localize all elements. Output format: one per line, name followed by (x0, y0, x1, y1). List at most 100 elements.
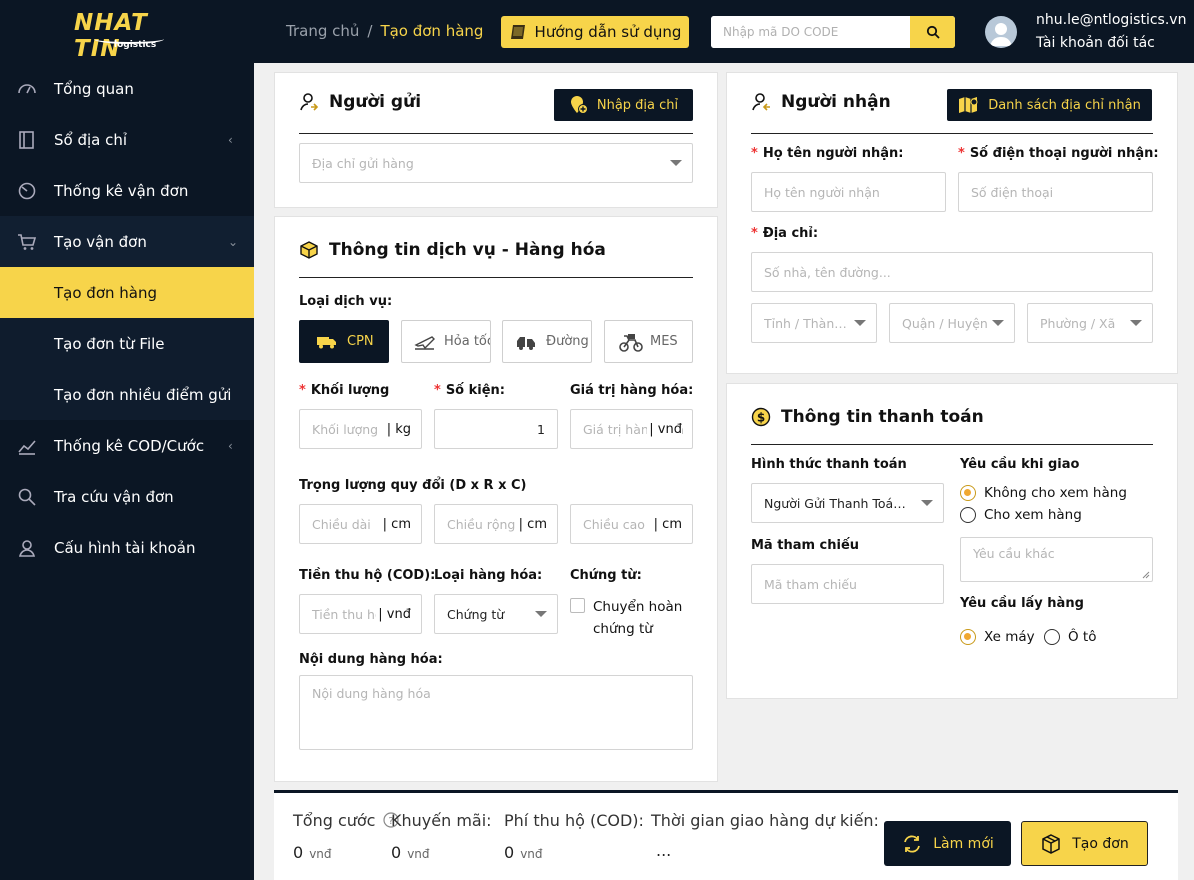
goods-value-label: Giá trị hàng hóa: (570, 383, 694, 398)
sender-address-select[interactable]: Địa chỉ gửi hàng (299, 143, 693, 183)
receiver-phone-input[interactable]: Số điện thoại (958, 172, 1153, 212)
receiver-address-input[interactable]: Số nhà, tên đường... (751, 252, 1153, 292)
receiver-phone-placeholder: Số điện thoại (971, 184, 1054, 200)
goods-type-select[interactable]: Chứng từ (434, 594, 558, 634)
radio-car[interactable]: Ô tô (1044, 629, 1096, 645)
sidebar-item-order-stats[interactable]: Thống kê vận đơn (0, 165, 254, 216)
resize-handle-icon[interactable] (1142, 571, 1150, 579)
sidebar-item-account-settings[interactable]: Cấu hình tài khoản (0, 522, 254, 573)
service-option-road[interactable]: Đường bộ (502, 320, 592, 363)
height-input[interactable]: Chiều cao | cm (570, 504, 693, 544)
cart-icon (18, 234, 37, 250)
user-guide-label: Hướng dẫn sử dụng (534, 23, 682, 41)
sidebar-item-label: Tạo vận đơn (54, 232, 147, 251)
service-option-express[interactable]: Hỏa tốc (401, 320, 491, 363)
receiver-divider (751, 133, 1153, 134)
address-list-button[interactable]: Danh sách địa chỉ nhận (947, 89, 1152, 121)
logo[interactable]: NHAT TIN logistics (70, 10, 180, 62)
user-role: Tài khoản đối tác (1036, 35, 1155, 51)
goods-type-label: Loại hàng hóa: (434, 568, 543, 583)
length-input[interactable]: Chiều dài | cm (299, 504, 422, 544)
avatar[interactable] (985, 16, 1017, 48)
breadcrumb-home[interactable]: Trang chủ (286, 22, 359, 40)
sidebar-item-cod-stats[interactable]: Thống kê COD/Cước ‹ (0, 420, 254, 471)
province-select[interactable]: Tỉnh / Thành phố (751, 303, 877, 343)
dropdown-arrow-icon (535, 611, 547, 617)
total-fee-label: Tổng cước ? (293, 811, 399, 830)
book-icon (510, 25, 525, 39)
sidebar-item-label: Thống kê COD/Cước (54, 436, 205, 455)
radio-dot[interactable] (960, 485, 976, 501)
ward-select[interactable]: Phường / Xã (1027, 303, 1153, 343)
weight-label: * Khối lượng (299, 383, 390, 398)
receiver-name-input[interactable]: Họ tên người nhận (751, 172, 946, 212)
total-fee-label-text: Tổng cước (293, 811, 376, 830)
reset-label: Làm mới (933, 835, 994, 852)
service-type-label: Loại dịch vụ: (299, 294, 393, 309)
packages-input[interactable]: 1 (434, 409, 558, 449)
dropdown-arrow-icon (992, 320, 1004, 326)
stats-icon (18, 182, 36, 200)
user-guide-button[interactable]: Hướng dẫn sử dụng (501, 16, 689, 48)
width-placeholder: Chiều rộng (447, 516, 516, 532)
goods-value-input[interactable]: Giá trị hàng hóa | vnđ (570, 409, 693, 449)
payment-method-label: Hình thức thanh toán (751, 457, 907, 472)
search-button[interactable] (910, 16, 955, 48)
content-label: Nội dung hàng hóa: (299, 652, 443, 667)
chevron-left-icon: ‹ (228, 438, 233, 453)
sidebar-subitem-multi-pickup[interactable]: Tạo đơn nhiều điểm gửi (0, 369, 254, 420)
width-input[interactable]: Chiều rộng | cm (434, 504, 558, 544)
cod-input[interactable]: Tiền thu hộ | vnđ (299, 594, 422, 634)
radio-dot[interactable] (960, 629, 976, 645)
sidebar-item-address-book[interactable]: Sổ địa chỉ ‹ (0, 114, 254, 165)
sidebar-subitem-create-from-file[interactable]: Tạo đơn từ File (0, 318, 254, 369)
sidebar-subitem-create-order[interactable]: Tạo đơn hàng (0, 267, 254, 318)
eta-label: Thời gian giao hàng dự kiến: (651, 811, 879, 830)
dropdown-arrow-icon (670, 160, 682, 166)
promo-value: 0 vnđ (391, 843, 430, 862)
content-textarea[interactable]: Nội dung hàng hóa (299, 675, 693, 750)
user-email[interactable]: nhu.le@ntlogistics.vn (1036, 12, 1186, 28)
sidebar-item-label: Tạo đơn từ File (54, 334, 165, 353)
length-placeholder: Chiều dài (312, 516, 371, 532)
truck-icon (317, 336, 336, 348)
receiver-name-label: * Họ tên người nhận: (751, 146, 904, 161)
enter-address-button[interactable]: Nhập địa chỉ (554, 89, 693, 121)
pickup-request-label: Yêu cầu lấy hàng (960, 596, 1084, 611)
payment-method-select[interactable]: Người Gửi Thanh Toán Ngay (751, 483, 944, 523)
airplane-icon (414, 335, 435, 350)
goods-type-value: Chứng từ (447, 606, 505, 622)
promo-label: Khuyến mãi: (391, 811, 492, 830)
sidebar-item-tracking[interactable]: Tra cứu vận đơn (0, 471, 254, 522)
ref-code-input[interactable]: Mã tham chiếu (751, 564, 944, 604)
cod-fee-label: Phí thu hộ (COD): (504, 811, 644, 830)
packages-label: * Số kiện: (434, 383, 506, 398)
delivery-request-label: Yêu cầu khi giao (960, 457, 1080, 472)
dashboard-icon (18, 84, 36, 94)
service-option-mes[interactable]: MES (604, 320, 693, 363)
radio-allow-inspection[interactable]: Cho xem hàng (960, 507, 1082, 523)
reset-button[interactable]: Làm mới (884, 821, 1011, 866)
checkbox-box[interactable] (570, 598, 585, 613)
weight-input[interactable]: Khối lượng | kg (299, 409, 422, 449)
radio-dot[interactable] (1044, 629, 1060, 645)
address-list-label: Danh sách địa chỉ nhận (988, 97, 1141, 113)
radio-motorbike[interactable]: Xe máy (960, 629, 1035, 645)
create-order-button[interactable]: Tạo đơn (1021, 821, 1148, 866)
do-code-input[interactable] (711, 16, 910, 48)
radio-dot[interactable] (960, 507, 976, 523)
cod-unit: | vnđ (376, 606, 411, 622)
district-select[interactable]: Quận / Huyện (889, 303, 1015, 343)
currency-label: vnđ (520, 847, 543, 861)
sidebar-item-create-order[interactable]: Tạo vận đơn ⌄ (0, 216, 254, 267)
other-request-textarea[interactable]: Yêu cầu khác (960, 537, 1153, 582)
user-icon (18, 540, 36, 557)
height-unit: | cm (651, 516, 682, 532)
receiver-title: Người nhận (751, 92, 891, 112)
breadcrumb-current: Tạo đơn hàng (380, 22, 484, 40)
sidebar-item-overview[interactable]: Tổng quan (0, 63, 254, 114)
radio-no-inspection[interactable]: Không cho xem hàng (960, 485, 1127, 501)
service-option-cpn[interactable]: CPN (299, 320, 389, 363)
create-order-label: Tạo đơn (1072, 835, 1129, 852)
return-docs-checkbox[interactable]: Chuyển hoàn chứng từ (570, 596, 694, 640)
